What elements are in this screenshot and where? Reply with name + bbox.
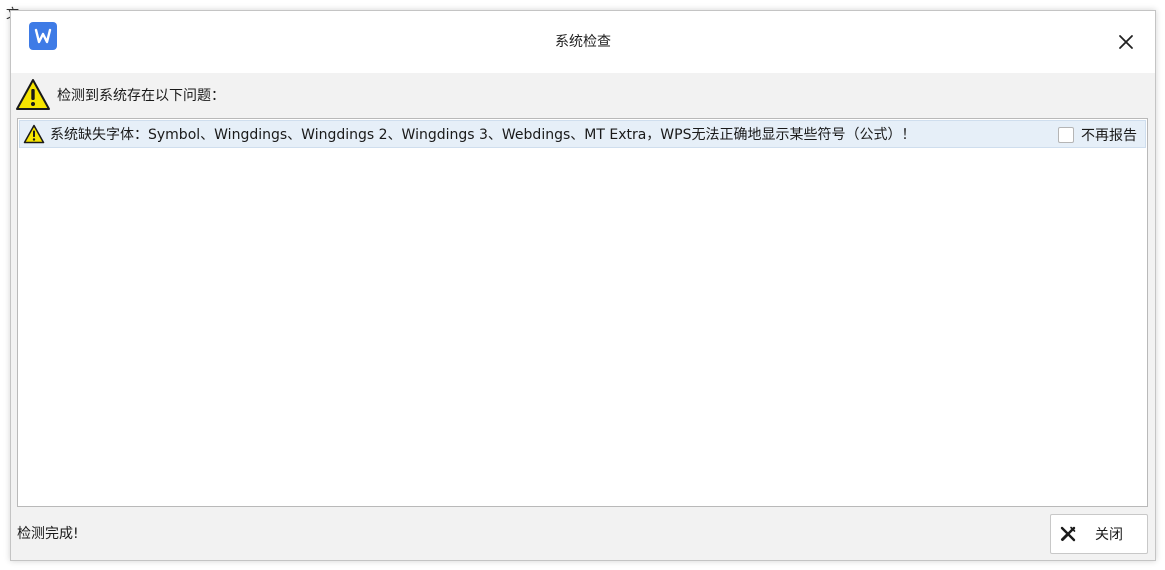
warning-icon xyxy=(23,124,45,144)
warning-icon xyxy=(16,79,50,110)
dont-report-toggle[interactable]: 不再报告 xyxy=(1058,125,1137,145)
status-text: 检测完成! xyxy=(17,526,79,542)
system-check-dialog: 系统检查 检测到系统存在以下问题： 系统缺失字体：Symbol、Wingding… xyxy=(10,10,1156,561)
dont-report-checkbox[interactable] xyxy=(1058,127,1074,143)
title-bar: 系统检查 xyxy=(11,11,1155,73)
summary-text: 检测到系统存在以下问题： xyxy=(57,88,225,104)
list-item[interactable]: 系统缺失字体：Symbol、Wingdings、Wingdings 2、Wing… xyxy=(19,120,1146,148)
close-icon[interactable] xyxy=(1115,31,1137,53)
close-button[interactable]: 关闭 xyxy=(1050,514,1148,554)
issue-list[interactable]: 系统缺失字体：Symbol、Wingdings、Wingdings 2、Wing… xyxy=(17,118,1148,507)
dialog-title: 系统检查 xyxy=(555,34,611,50)
close-button-label: 关闭 xyxy=(1095,527,1123,543)
issue-text: 系统缺失字体：Symbol、Wingdings、Wingdings 2、Wing… xyxy=(50,127,916,143)
dont-report-label: 不再报告 xyxy=(1081,128,1137,144)
tools-icon xyxy=(1060,526,1076,542)
summary-row: 检测到系统存在以下问题： xyxy=(15,78,225,112)
